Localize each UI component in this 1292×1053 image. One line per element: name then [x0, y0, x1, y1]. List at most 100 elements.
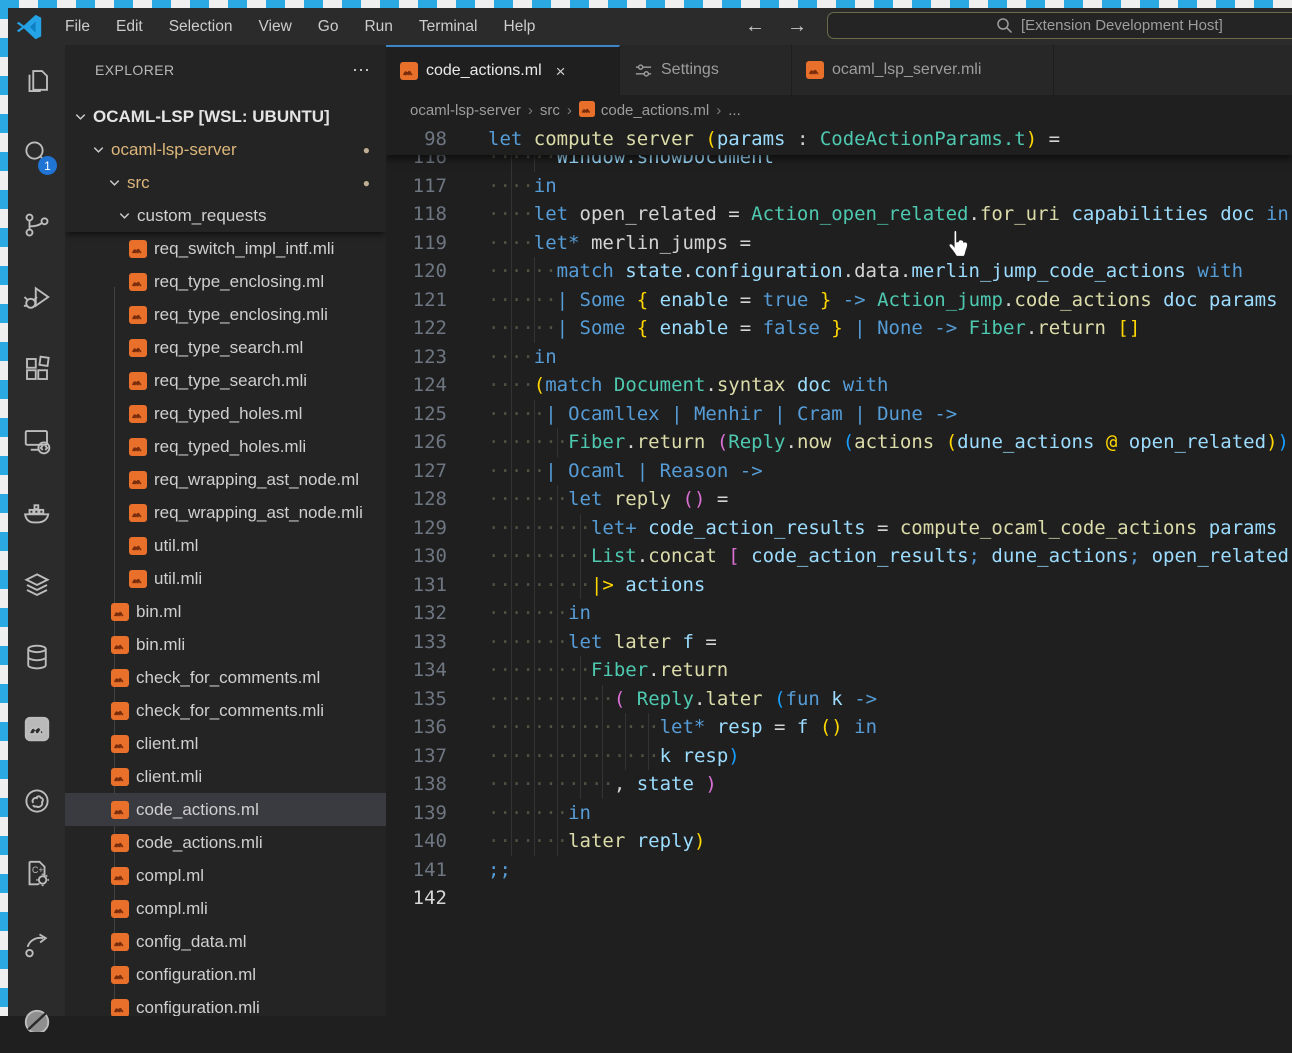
tree-item-config-data-ml[interactable]: config_data.ml: [65, 925, 386, 958]
breadcrumb-item-src[interactable]: src: [540, 102, 560, 119]
tree-item-client-mli[interactable]: client.mli: [65, 760, 386, 793]
opam-circle-icon[interactable]: [8, 765, 65, 837]
code-line-119[interactable]: 119····let* merlin_jumps =: [386, 229, 1292, 258]
code-line-126[interactable]: 126·······Fiber.return (Reply.now (actio…: [386, 428, 1292, 457]
tree-item-bin-ml[interactable]: bin.ml: [65, 595, 386, 628]
sticky-scroll-line[interactable]: 98let compute server (params : CodeActio…: [386, 125, 1292, 155]
breadcrumb-item-ocaml-lsp-server[interactable]: ocaml-lsp-server: [410, 102, 521, 119]
tab-code-actions-ml[interactable]: code_actions.ml×: [386, 45, 620, 95]
code-editor[interactable]: 98let compute server (params : CodeActio…: [386, 125, 1292, 1016]
tree-item-util-ml[interactable]: util.ml: [65, 529, 386, 562]
docker-icon[interactable]: [8, 477, 65, 549]
code-line-118[interactable]: 118····let open_related = Action_open_re…: [386, 200, 1292, 229]
tree-item-compl-mli[interactable]: compl.mli: [65, 892, 386, 925]
code-token: enable: [660, 289, 729, 311]
tree-item-ocaml-lsp-server[interactable]: ocaml-lsp-server●: [65, 133, 386, 166]
code-line-137[interactable]: 137···············k resp): [386, 742, 1292, 771]
tree-item-configuration-mli[interactable]: configuration.mli: [65, 991, 386, 1016]
tools-file-icon[interactable]: C+: [8, 837, 65, 909]
code-line-121[interactable]: 121······| Some { enable = true } -> Act…: [386, 286, 1292, 315]
code-line-131[interactable]: 131·········|> actions: [386, 571, 1292, 600]
code-line-128[interactable]: 128·······let reply () =: [386, 485, 1292, 514]
search-icon[interactable]: 1: [8, 117, 65, 189]
code-line-139[interactable]: 139·······in: [386, 799, 1292, 828]
menu-selection[interactable]: Selection: [156, 8, 246, 45]
code-line-133[interactable]: 133·······let later f =: [386, 628, 1292, 657]
nav-back-button[interactable]: ←: [738, 8, 772, 45]
tree-item-client-ml[interactable]: client.ml: [65, 727, 386, 760]
indent-guide: [534, 571, 535, 600]
code-line-142[interactable]: 142: [386, 884, 1292, 913]
code-line-117[interactable]: 117····in: [386, 172, 1292, 201]
tree-item-req-type-search-ml[interactable]: req_type_search.ml: [65, 331, 386, 364]
code-line-138[interactable]: 138···········, state ): [386, 770, 1292, 799]
menu-go[interactable]: Go: [305, 8, 352, 45]
code-line-140[interactable]: 140·······later reply): [386, 827, 1292, 856]
code-line-127[interactable]: 127·····| Ocaml | Reason ->: [386, 457, 1292, 486]
command-center-search[interactable]: [Extension Development Host]: [827, 12, 1292, 39]
nav-forward-button[interactable]: →: [780, 8, 814, 45]
code-line-120[interactable]: 120······match state.configuration.data.…: [386, 257, 1292, 286]
run-debug-icon[interactable]: [8, 261, 65, 333]
menu-file[interactable]: File: [52, 8, 103, 45]
code-token: server: [625, 128, 694, 150]
code-line-122[interactable]: 122······| Some { enable = false } | Non…: [386, 314, 1292, 343]
database-icon[interactable]: [8, 621, 65, 693]
tree-item-src[interactable]: src●: [65, 166, 386, 199]
tree-item-ocaml-lsp-wsl-ubuntu-[interactable]: OCAML-LSP [WSL: UBUNTU]: [65, 100, 386, 133]
tab-settings[interactable]: Settings: [620, 45, 792, 95]
breadcrumb-item--[interactable]: ...: [728, 102, 741, 119]
indent-guide: [580, 770, 581, 799]
tree-item-util-mli[interactable]: util.mli: [65, 562, 386, 595]
files-icon[interactable]: [8, 45, 65, 117]
breadcrumb-separator: ›: [716, 102, 721, 119]
more-actions-button[interactable]: ⋯: [352, 60, 372, 81]
tree-item-req-typed-holes-ml[interactable]: req_typed_holes.ml: [65, 397, 386, 430]
breadcrumb[interactable]: ocaml-lsp-server›src›code_actions.ml›...: [386, 95, 1292, 125]
code-line-129[interactable]: 129·········let+ code_action_results = c…: [386, 514, 1292, 543]
code-line-135[interactable]: 135···········( Reply.later (fun k ->: [386, 685, 1292, 714]
menu-edit[interactable]: Edit: [103, 8, 156, 45]
code-line-130[interactable]: 130·········List.concat [ code_action_re…: [386, 542, 1292, 571]
tree-item-req-type-enclosing-mli[interactable]: req_type_enclosing.mli: [65, 298, 386, 331]
code-line-125[interactable]: 125·····| Ocamllex | Menhir | Cram | Dun…: [386, 400, 1292, 429]
tree-item-bin-mli[interactable]: bin.mli: [65, 628, 386, 661]
code-token: ;: [969, 545, 980, 567]
menu-terminal[interactable]: Terminal: [406, 8, 491, 45]
ocaml-extension-icon[interactable]: [8, 693, 65, 765]
code-line-134[interactable]: 134·········Fiber.return: [386, 656, 1292, 685]
close-icon[interactable]: ×: [556, 63, 566, 80]
tree-item-code-actions-ml[interactable]: code_actions.ml: [65, 793, 386, 826]
code-line-141[interactable]: 141;;: [386, 856, 1292, 885]
tree-item-configuration-ml[interactable]: configuration.ml: [65, 958, 386, 991]
code-line-124[interactable]: 124····(match Document.syntax doc with: [386, 371, 1292, 400]
menu-run[interactable]: Run: [351, 8, 405, 45]
tree-item-compl-ml[interactable]: compl.ml: [65, 859, 386, 892]
tree-item-check-for-comments-mli[interactable]: check_for_comments.mli: [65, 694, 386, 727]
tree-item-req-wrapping-ast-node-ml[interactable]: req_wrapping_ast_node.ml: [65, 463, 386, 496]
tree-item-code-actions-mli[interactable]: code_actions.mli: [65, 826, 386, 859]
extensions-icon[interactable]: [8, 333, 65, 405]
menu-view[interactable]: View: [245, 8, 304, 45]
tree-item-req-wrapping-ast-node-mli[interactable]: req_wrapping_ast_node.mli: [65, 496, 386, 529]
code-line-136[interactable]: 136···············let* resp = f () in: [386, 713, 1292, 742]
tree-item-req-type-enclosing-ml[interactable]: req_type_enclosing.ml: [65, 265, 386, 298]
code-line-132[interactable]: 132·······in: [386, 599, 1292, 628]
tree-item-custom-requests[interactable]: custom_requests: [65, 199, 386, 232]
indent-guide: [511, 542, 512, 571]
menu-help[interactable]: Help: [491, 8, 549, 45]
partial-circle-icon[interactable]: [8, 981, 65, 1053]
code-line-123[interactable]: 123····in: [386, 343, 1292, 372]
live-share-icon[interactable]: [8, 909, 65, 981]
remote-explorer-icon[interactable]: [8, 405, 65, 477]
code-line-98[interactable]: 98let compute server (params : CodeActio…: [386, 125, 1292, 154]
code-lines[interactable]: 116······Window.showDocument117····in118…: [386, 143, 1292, 1016]
tree-item-req-type-search-mli[interactable]: req_type_search.mli: [65, 364, 386, 397]
tree-item-req-switch-impl-intf-mli[interactable]: req_switch_impl_intf.mli: [65, 232, 386, 265]
layers-icon[interactable]: [8, 549, 65, 621]
breadcrumb-item-code-actions-ml[interactable]: code_actions.ml: [579, 101, 709, 119]
tree-item-check-for-comments-ml[interactable]: check_for_comments.ml: [65, 661, 386, 694]
source-control-icon[interactable]: [8, 189, 65, 261]
tab-ocaml-lsp-server-mli[interactable]: ocaml_lsp_server.mli: [792, 45, 1054, 95]
tree-item-req-typed-holes-mli[interactable]: req_typed_holes.mli: [65, 430, 386, 463]
